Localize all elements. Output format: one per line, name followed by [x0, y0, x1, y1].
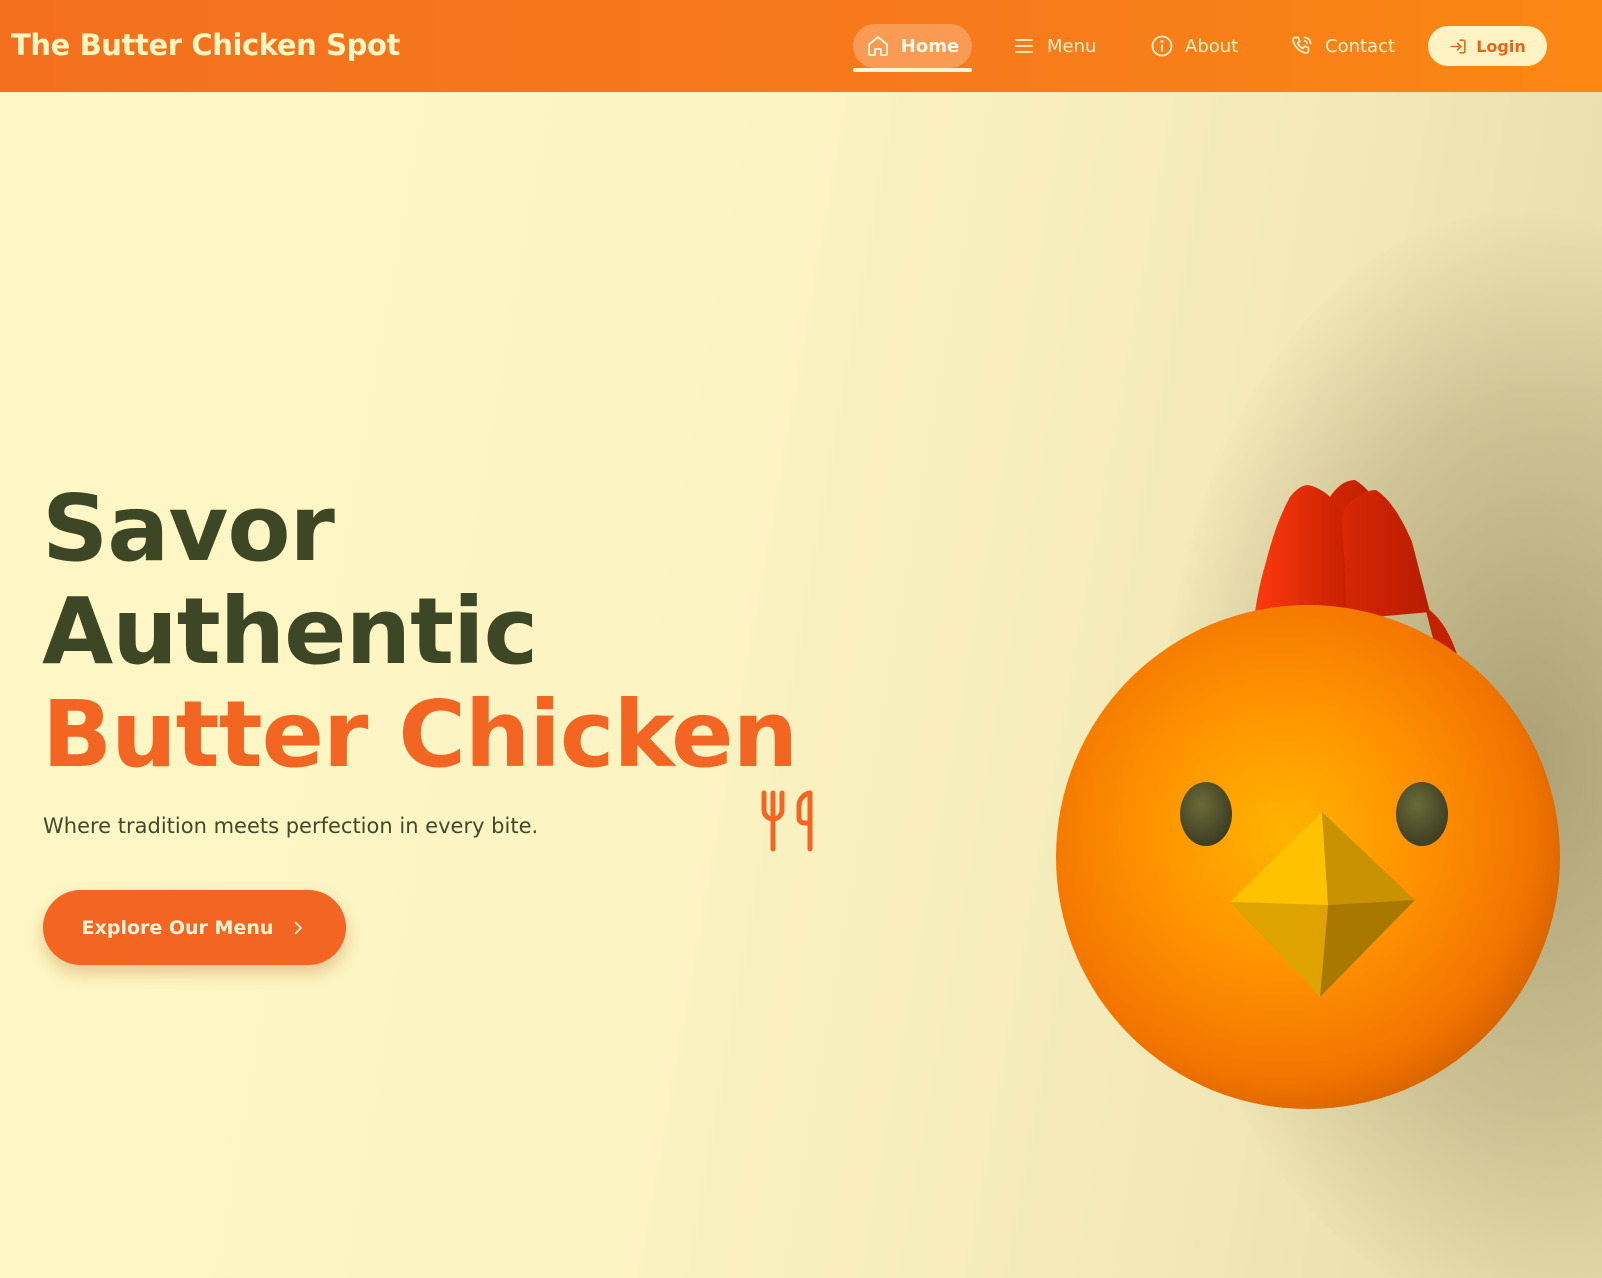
login-label: Login [1476, 36, 1526, 56]
nav-item-contact[interactable]: Contact [1290, 24, 1395, 68]
headline-line-3: Butter Chicken [42, 681, 798, 788]
chicken-mascot [1056, 480, 1560, 1109]
phone-icon [1292, 36, 1312, 54]
chevron-right-icon [295, 921, 303, 934]
brand-logo-text[interactable]: The Butter Chicken Spot [11, 28, 400, 62]
hero-tagline: Where tradition meets perfection in ever… [43, 814, 539, 838]
top-navbar: The Butter Chicken Spot Home Menu About … [0, 0, 1602, 92]
nav-item-home[interactable]: Home [853, 24, 972, 68]
nav-item-label: Home [900, 35, 960, 57]
hero-headline: Savor Authentic Butter Chicken [42, 475, 798, 788]
nav-item-label: About [1185, 35, 1239, 57]
active-tab-indicator [853, 68, 972, 72]
cta-label: Explore Our Menu [81, 916, 274, 939]
home-icon [867, 36, 888, 56]
explore-menu-button[interactable]: Explore Our Menu [43, 890, 346, 965]
headline-line-1: Savor [42, 475, 335, 582]
menu-icon [1015, 39, 1033, 53]
login-button[interactable]: Login [1428, 26, 1547, 66]
nav-item-about[interactable]: About [1150, 24, 1238, 68]
headline-line-2: Authentic [42, 578, 538, 685]
nav-item-label: Menu [1047, 35, 1097, 57]
login-icon [1450, 38, 1466, 54]
nav-item-label: Contact [1325, 35, 1396, 57]
hero-section: Savor Authentic Butter Chicken Where tra… [0, 92, 1602, 1278]
info-icon [1151, 35, 1173, 57]
nav-item-menu[interactable]: Menu [1012, 24, 1096, 68]
utensils-icon [761, 790, 813, 852]
